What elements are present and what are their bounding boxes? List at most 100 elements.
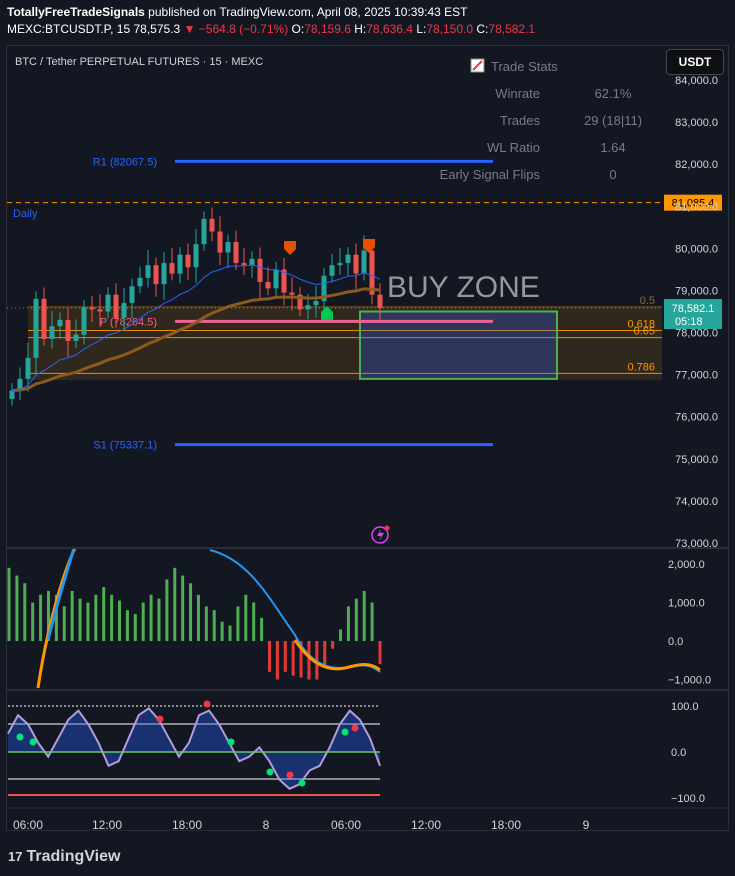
candle — [73, 334, 79, 341]
candle — [89, 307, 95, 310]
macd-histogram-bar — [212, 610, 216, 641]
time-axis-tick: 12:00 — [411, 818, 441, 832]
currency-button[interactable]: USDT — [666, 49, 724, 75]
candle — [353, 254, 359, 274]
candle — [273, 269, 279, 289]
macd-histogram-bar — [228, 625, 232, 641]
candle — [121, 303, 127, 318]
macd-histogram-bar — [39, 594, 43, 641]
macd-histogram-bar — [354, 598, 358, 641]
candle — [41, 298, 47, 339]
osc-signal-dot — [266, 768, 274, 776]
osc-signal-dot — [156, 715, 164, 723]
pivot-label: R1 (82067.5) — [93, 156, 157, 168]
osc-signal-dot — [351, 724, 359, 732]
macd-histogram-bar — [283, 641, 287, 672]
candle — [305, 305, 311, 310]
price-axis-tick: 82,000.0 — [675, 159, 718, 171]
macd-histogram-bar — [7, 567, 11, 641]
sell-signal-marker — [284, 241, 296, 255]
macd-axis-tick: −1,000.0 — [668, 675, 711, 687]
candle — [337, 263, 343, 266]
candle — [329, 265, 335, 276]
candle — [65, 319, 71, 341]
candle — [169, 263, 175, 274]
tradingview-logo-icon: 17 — [8, 849, 23, 864]
macd-histogram-bar — [70, 590, 74, 641]
macd-histogram-bar — [94, 594, 98, 641]
time-axis-tick: 06:00 — [331, 818, 361, 832]
macd-histogram-bar — [378, 641, 382, 665]
candle — [145, 265, 151, 278]
candle — [313, 300, 319, 306]
price-axis-tick: 77,000.0 — [675, 370, 718, 382]
candle — [249, 258, 255, 266]
chart-title: BTC / Tether PERPETUAL FUTURES · 15 · ME… — [15, 56, 263, 68]
last-price-label: 78,582.1 — [672, 303, 715, 315]
candle — [241, 263, 247, 266]
price-axis-tick: 79,000.0 — [675, 285, 718, 297]
price-axis-tick: 84,000.0 — [675, 75, 718, 87]
macd-histogram-bar — [23, 583, 27, 641]
macd-histogram-bar — [362, 590, 366, 641]
trade-stats-label: Early Signal Flips — [440, 167, 541, 182]
macd-histogram-bar — [102, 587, 106, 641]
osc-signal-dot — [298, 779, 306, 787]
macd-axis-tick: 0.0 — [668, 636, 683, 648]
candle — [129, 286, 135, 304]
time-axis-tick: 12:00 — [92, 818, 122, 832]
macd-histogram-bar — [307, 641, 311, 680]
candle — [225, 242, 231, 253]
trade-stats-label: Winrate — [495, 86, 540, 101]
osc-axis-tick: 0.0 — [671, 747, 686, 759]
candle — [257, 258, 263, 283]
candle — [345, 254, 351, 264]
macd-histogram-bar — [204, 606, 208, 641]
lightning-icon[interactable] — [371, 525, 390, 544]
trade-stats-label: Trades — [500, 113, 540, 128]
time-axis-tick: 18:00 — [172, 818, 202, 832]
tradingview-logo[interactable]: 17 TradingView — [8, 848, 120, 866]
candle — [377, 294, 383, 309]
trade-stats-value: 0 — [609, 167, 616, 182]
candle — [265, 282, 271, 289]
macd-axis-tick: 1,000.0 — [668, 598, 705, 610]
macd-histogram-bar — [236, 606, 240, 641]
price-axis-tick: 75,000.0 — [675, 454, 718, 466]
osc-area — [8, 708, 380, 789]
macd-histogram-bar — [267, 641, 271, 672]
macd-histogram-bar — [133, 614, 137, 641]
macd-histogram-bar — [173, 567, 177, 641]
macd-histogram-bar — [78, 598, 82, 641]
trade-stats-title: Trade Stats — [491, 59, 558, 74]
candle — [209, 218, 215, 232]
macd-histogram-bar — [291, 641, 295, 676]
pivot-label: S1 (75337.1) — [93, 440, 157, 452]
candle — [105, 294, 111, 312]
candle — [185, 254, 191, 268]
macd-histogram-bar — [110, 594, 114, 641]
chart-canvas[interactable]: BTC / Tether PERPETUAL FUTURES · 15 · ME… — [0, 0, 735, 876]
macd-histogram-bar — [220, 621, 224, 641]
trade-stats-value: 29 (18|11) — [584, 113, 642, 128]
macd-histogram-bar — [165, 579, 169, 641]
macd-histogram-bar — [149, 594, 153, 641]
osc-signal-dot — [286, 771, 294, 779]
macd-histogram-bar — [62, 606, 66, 641]
time-axis-tick: 18:00 — [491, 818, 521, 832]
candle — [113, 294, 119, 318]
price-axis-tick: 73,000.0 — [675, 538, 718, 550]
macd-histogram-bar — [157, 598, 161, 641]
candle — [289, 292, 295, 295]
candle — [33, 298, 39, 358]
macd-histogram-bar — [15, 575, 19, 641]
macd-histogram-bar — [370, 602, 374, 641]
price-axis-tick: 76,000.0 — [675, 412, 718, 424]
fib-level-label: 0.5 — [640, 295, 655, 307]
macd-histogram-bar — [275, 641, 279, 680]
candle — [97, 309, 103, 312]
macd-histogram-bar — [339, 629, 343, 641]
candle — [233, 242, 239, 264]
macd-histogram-bar — [86, 602, 90, 641]
timeframe-tag: Daily — [13, 208, 38, 220]
